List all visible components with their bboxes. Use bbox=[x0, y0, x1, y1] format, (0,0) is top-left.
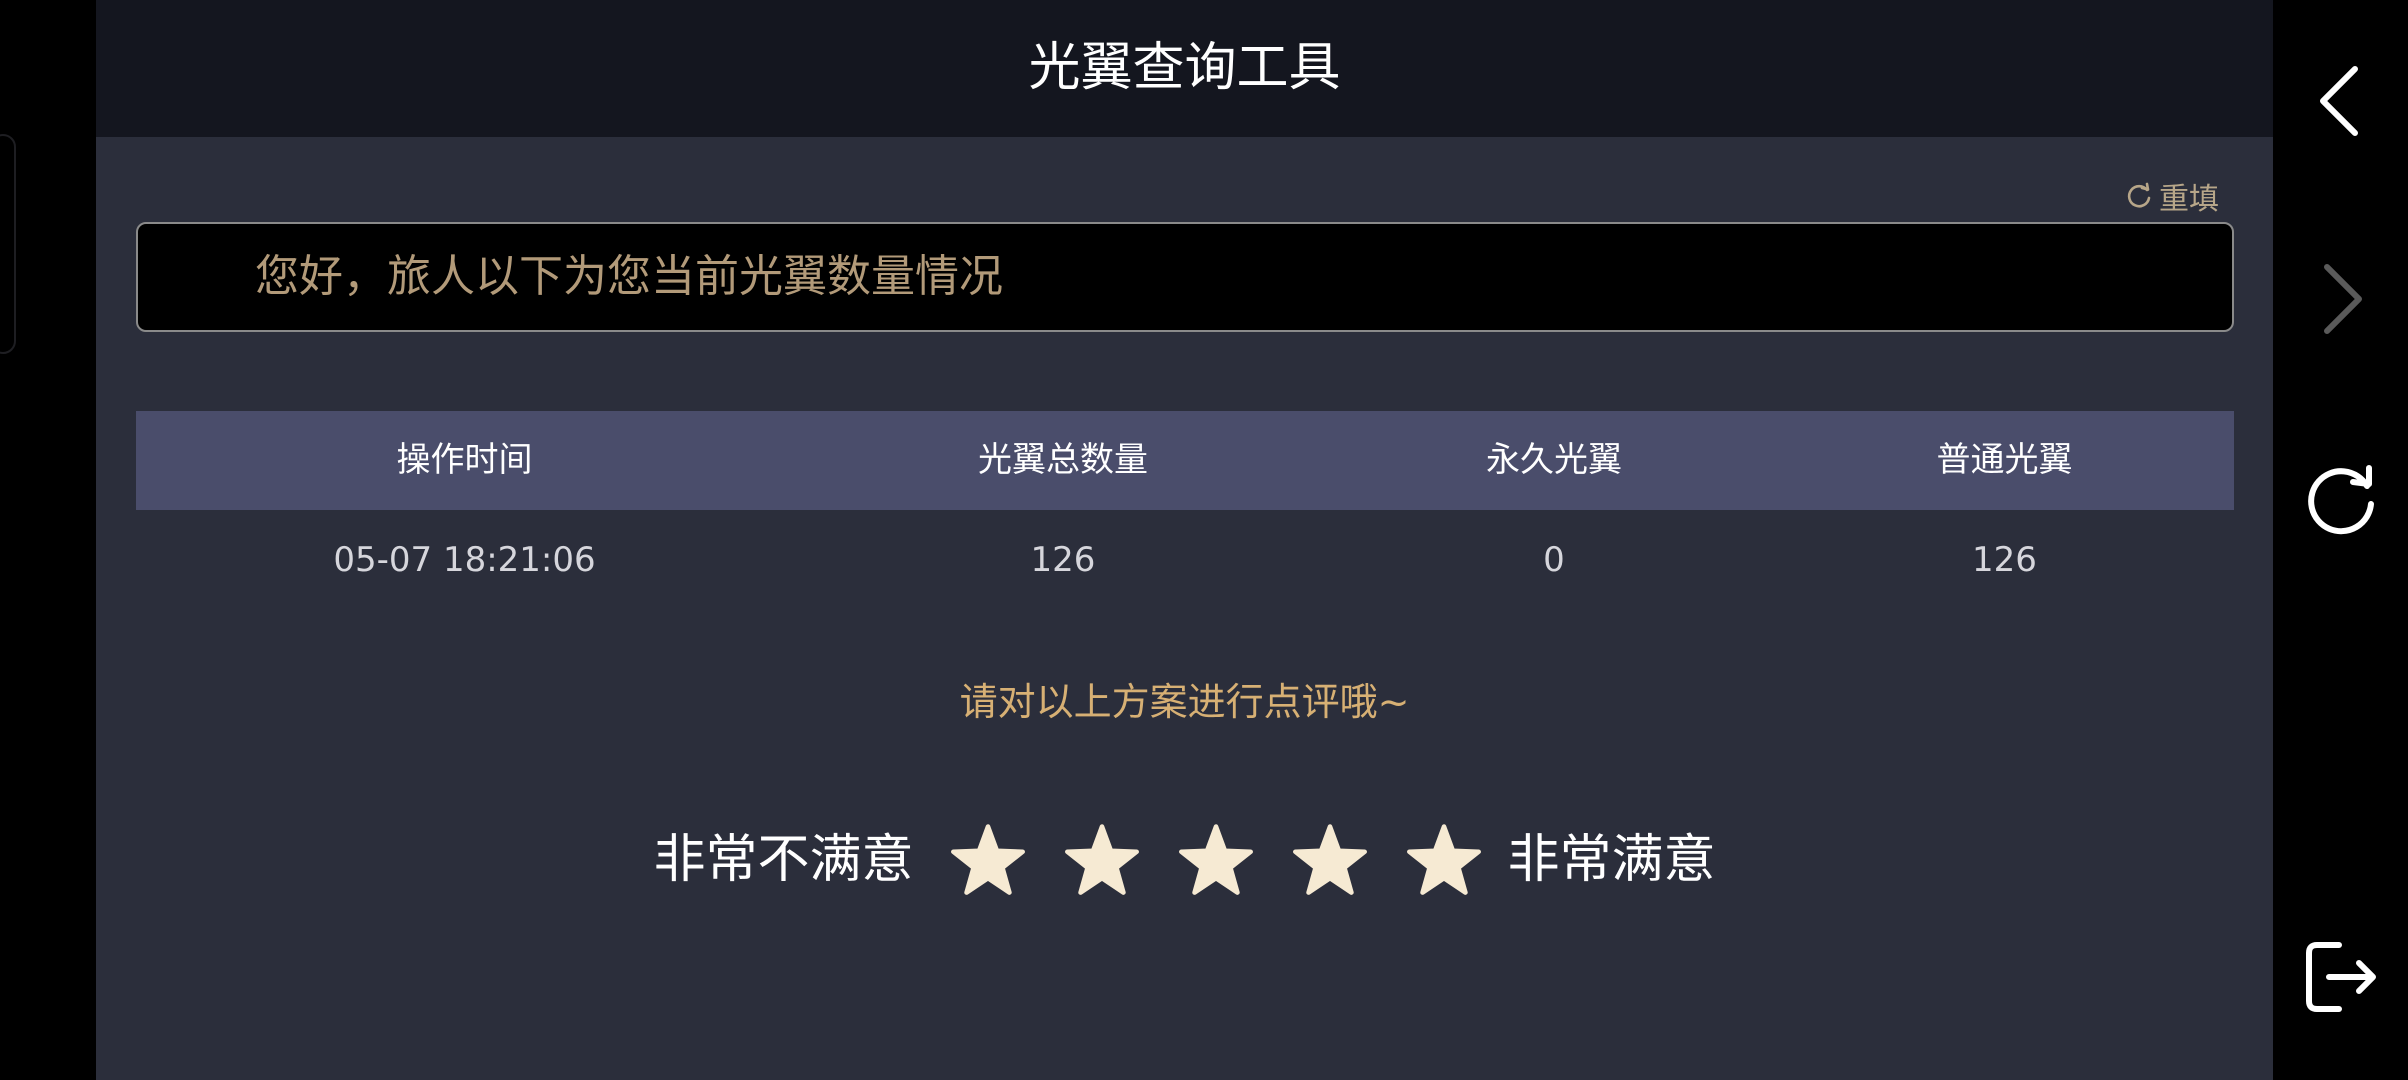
message-box: 您好，旅人以下为您当前光翼数量情况 bbox=[136, 222, 2234, 332]
rating-high-label: 非常满意 bbox=[1507, 830, 1716, 890]
table-row: 05-07 18:21:06 126 0 126 bbox=[136, 510, 2234, 610]
wings-table: 操作时间 光翼总数量 永久光翼 普通光翼 05-07 18:21:06 126 … bbox=[136, 411, 2234, 610]
exit-icon bbox=[2305, 942, 2376, 1012]
star-icon[interactable] bbox=[950, 822, 1026, 898]
rating-low-label: 非常不满意 bbox=[653, 830, 914, 890]
column-header-total: 光翼总数量 bbox=[978, 440, 1148, 480]
table-header-row: 操作时间 光翼总数量 永久光翼 普通光翼 bbox=[136, 411, 2234, 510]
message-text: 您好，旅人以下为您当前光翼数量情况 bbox=[255, 251, 1003, 302]
cell-total: 126 bbox=[1030, 540, 1096, 580]
reset-label: 重填 bbox=[2159, 182, 2219, 217]
star-icon[interactable] bbox=[1178, 822, 1254, 898]
forward-button[interactable] bbox=[2273, 244, 2408, 354]
page-title: 光翼查询工具 bbox=[1028, 38, 1341, 98]
header-bar: 光翼查询工具 bbox=[96, 0, 2273, 137]
reload-icon bbox=[2307, 465, 2374, 535]
refresh-icon bbox=[2127, 182, 2151, 208]
column-header-time: 操作时间 bbox=[396, 440, 533, 480]
column-header-normal: 普通光翼 bbox=[1936, 440, 2073, 480]
rating-prompt: 请对以上方案进行点评哦~ bbox=[959, 680, 1410, 724]
back-button[interactable] bbox=[2273, 46, 2408, 156]
star-icon[interactable] bbox=[1292, 822, 1368, 898]
reload-button[interactable] bbox=[2273, 445, 2408, 555]
star-icon[interactable] bbox=[1406, 822, 1482, 898]
cell-time: 05-07 18:21:06 bbox=[333, 540, 596, 580]
reset-button[interactable]: 重填 bbox=[2125, 176, 2219, 217]
star-icon[interactable] bbox=[1064, 822, 1140, 898]
star-rating bbox=[950, 822, 1482, 898]
cell-permanent: 0 bbox=[1543, 540, 1565, 580]
column-header-permanent: 永久光翼 bbox=[1486, 440, 1622, 480]
rating-bar: 非常不满意 非常满意 bbox=[96, 810, 2273, 910]
left-edge bbox=[0, 0, 96, 1080]
exit-button[interactable] bbox=[2273, 922, 2408, 1032]
forward-icon bbox=[2323, 264, 2362, 334]
edge-handle bbox=[0, 134, 16, 354]
back-icon bbox=[2319, 66, 2358, 136]
cell-normal: 126 bbox=[1972, 540, 2037, 580]
app-panel: 光翼查询工具 重填 您好，旅人以下为您当前光翼数量情况 操作时间 光翼总数量 永… bbox=[96, 0, 2273, 1080]
side-nav bbox=[2273, 0, 2408, 1080]
